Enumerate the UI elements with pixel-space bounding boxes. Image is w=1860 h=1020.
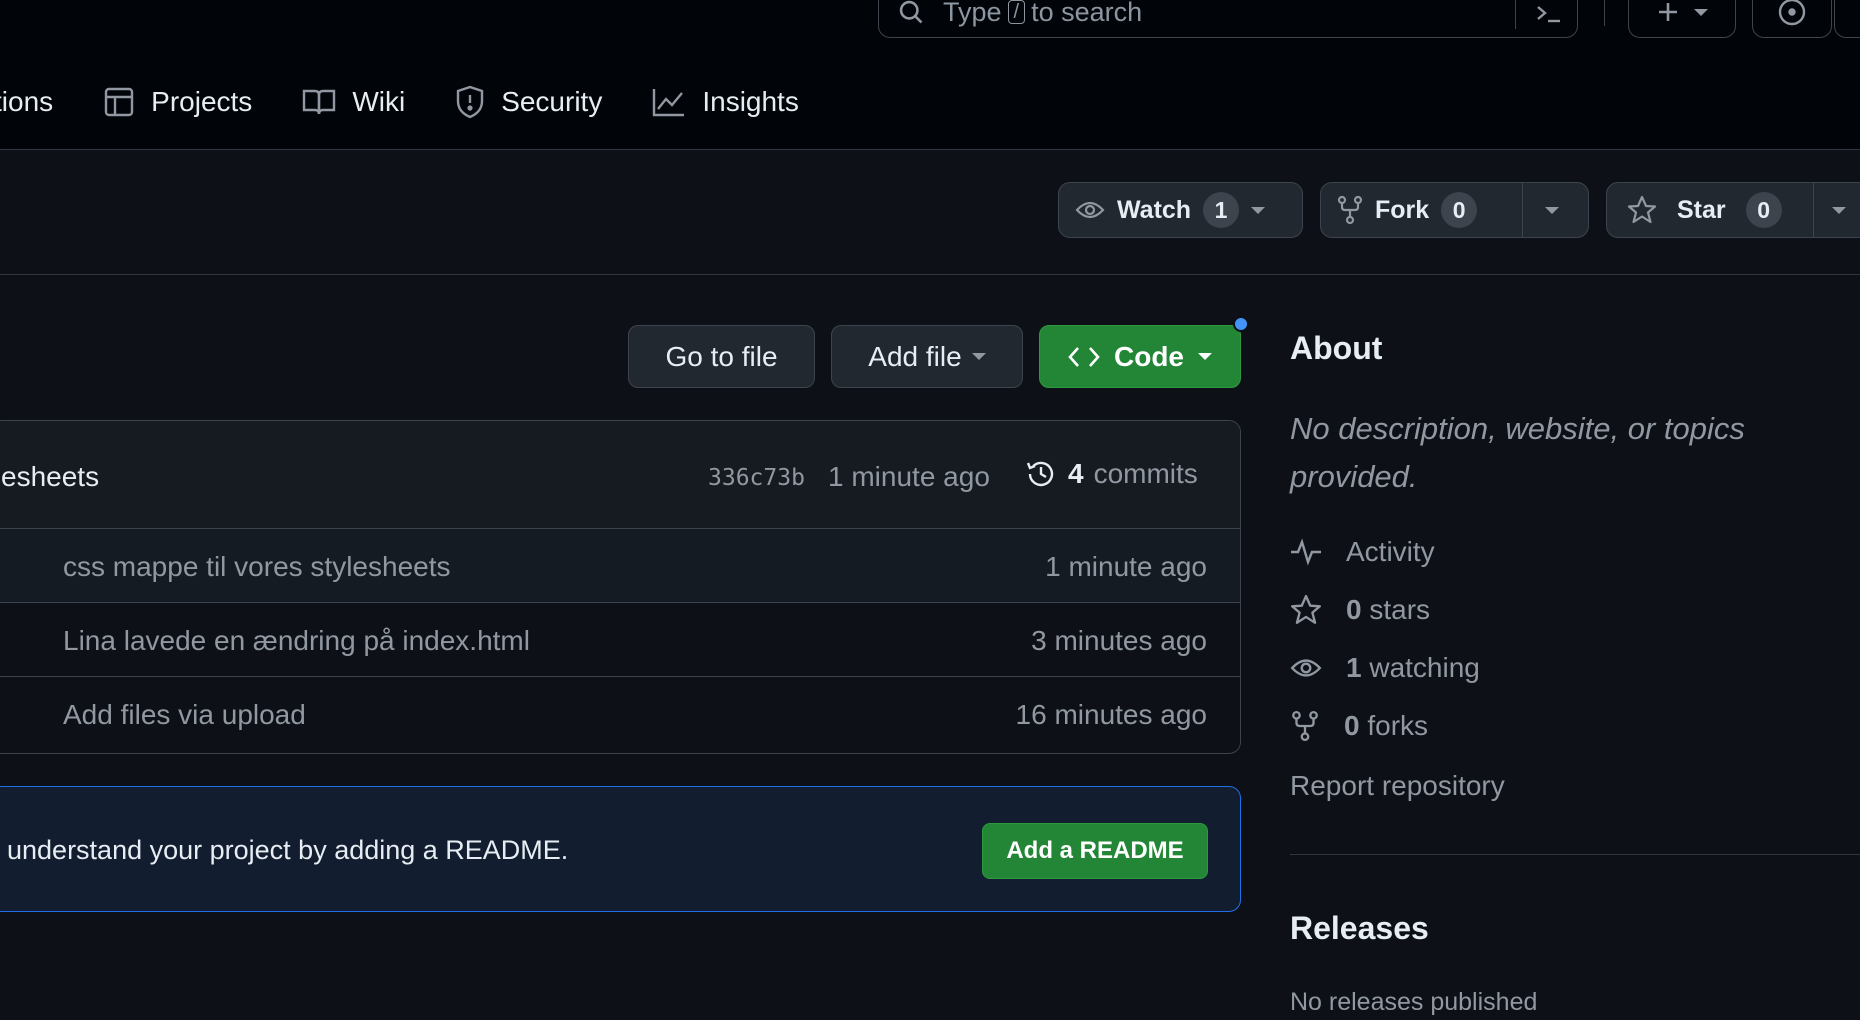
watch-button-group: Watch 1 [1058,182,1303,238]
stars-link[interactable]: 0 stars [1290,594,1430,626]
sidebar-divider [1290,854,1860,855]
star-button-group: Star 0 [1606,182,1860,238]
fork-button[interactable]: Fork 0 [1321,183,1522,237]
star-dropdown-button[interactable] [1813,183,1860,237]
star-count: 0 [1745,192,1782,228]
file-commit-message[interactable]: Lina lavede en ændring på index.html [63,625,530,657]
add-file-button[interactable]: Add file [831,325,1023,388]
commit-sha[interactable]: 336c73b [708,465,805,491]
commits-link[interactable]: 4 commits [1024,457,1198,491]
nav-item-security[interactable]: Security [455,85,602,119]
readme-banner: understand your project by adding a READ… [0,786,1241,912]
activity-link[interactable]: Activity [1290,536,1435,568]
pulse-icon [1290,538,1322,566]
notification-dot [1233,316,1249,332]
star-icon [1290,594,1322,626]
file-list: esheets 336c73b 1 minute ago 4 commits c… [0,420,1241,754]
nav-item-actions[interactable]: tions [0,86,53,118]
eye-icon [1290,656,1322,680]
graph-icon [652,87,686,117]
list-item[interactable]: Lina lavede en ændring på index.html 3 m… [0,603,1240,677]
table-icon [103,86,135,118]
watching-link[interactable]: 1 watching [1290,652,1480,684]
list-item[interactable]: Add files via upload 16 minutes ago [0,677,1240,751]
eye-icon [1075,199,1105,221]
search-divider [1515,0,1516,29]
file-commit-time: 1 minute ago [1045,551,1207,582]
chevron-down-icon [1694,8,1708,16]
code-icon [1068,346,1100,368]
nav-item-insights[interactable]: Insights [652,86,799,118]
nav-item-projects[interactable]: Projects [103,86,252,118]
latest-commit-bar: esheets 336c73b 1 minute ago 4 commits [0,421,1240,529]
repo-action-row: Watch 1 Fork 0 Star 0 [0,150,1860,275]
pull-requests-button[interactable] [1834,0,1860,38]
watch-count: 1 [1203,192,1240,228]
chevron-down-icon [1832,206,1846,214]
fork-count: 0 [1441,192,1478,228]
chevron-down-icon [1198,353,1212,360]
repo-nav: tions Projects Wiki Security Insights [0,82,849,122]
nav-item-wiki[interactable]: Wiki [302,86,405,118]
list-item[interactable]: css mappe til vores stylesheets 1 minute… [0,529,1240,603]
file-commit-time: 3 minutes ago [1031,625,1207,656]
create-new-button[interactable] [1628,0,1736,38]
star-button[interactable]: Star 0 [1607,183,1813,237]
chevron-down-icon [971,353,986,360]
history-icon [1024,457,1058,491]
shield-icon [455,85,485,119]
fork-dropdown-button[interactable] [1522,183,1581,237]
go-to-file-button[interactable]: Go to file [628,325,815,388]
latest-commit-message[interactable]: esheets [1,461,99,493]
about-heading: About [1290,330,1383,366]
command-palette-icon[interactable] [1534,1,1564,27]
releases-empty-text: No releases published [1290,988,1538,1016]
file-commit-time: 16 minutes ago [1015,699,1207,730]
chevron-down-icon [1251,206,1266,214]
report-repository-link[interactable]: Report repository [1290,770,1505,802]
fork-button-group: Fork 0 [1320,182,1589,238]
header-divider [1604,0,1605,26]
fork-icon [1290,710,1320,742]
about-description: No description, website, or topics provi… [1290,411,1745,494]
code-button[interactable]: Code [1039,325,1241,388]
plus-icon [1656,0,1680,24]
fork-icon [1337,195,1363,225]
search-shortcut-key: / [1007,0,1026,24]
watch-button[interactable]: Watch 1 [1059,183,1281,237]
chevron-down-icon [1545,206,1559,214]
file-commit-message[interactable]: css mappe til vores stylesheets [63,551,451,583]
commit-time: 1 minute ago [828,461,990,492]
search-input[interactable]: Type / to search [878,0,1578,38]
forks-link[interactable]: 0 forks [1290,710,1428,742]
file-commit-message[interactable]: Add files via upload [63,699,306,731]
add-readme-button[interactable]: Add a README [982,823,1208,879]
readme-banner-text: understand your project by adding a READ… [7,835,569,865]
issue-circle-icon [1777,0,1807,27]
releases-heading[interactable]: Releases [1290,910,1429,947]
search-placeholder: Type / to search [943,0,1143,27]
global-header: Type / to search tions Projects [0,0,1860,150]
star-icon [1627,195,1657,225]
issues-button[interactable] [1752,0,1832,38]
book-icon [302,87,336,117]
search-icon [897,0,925,26]
